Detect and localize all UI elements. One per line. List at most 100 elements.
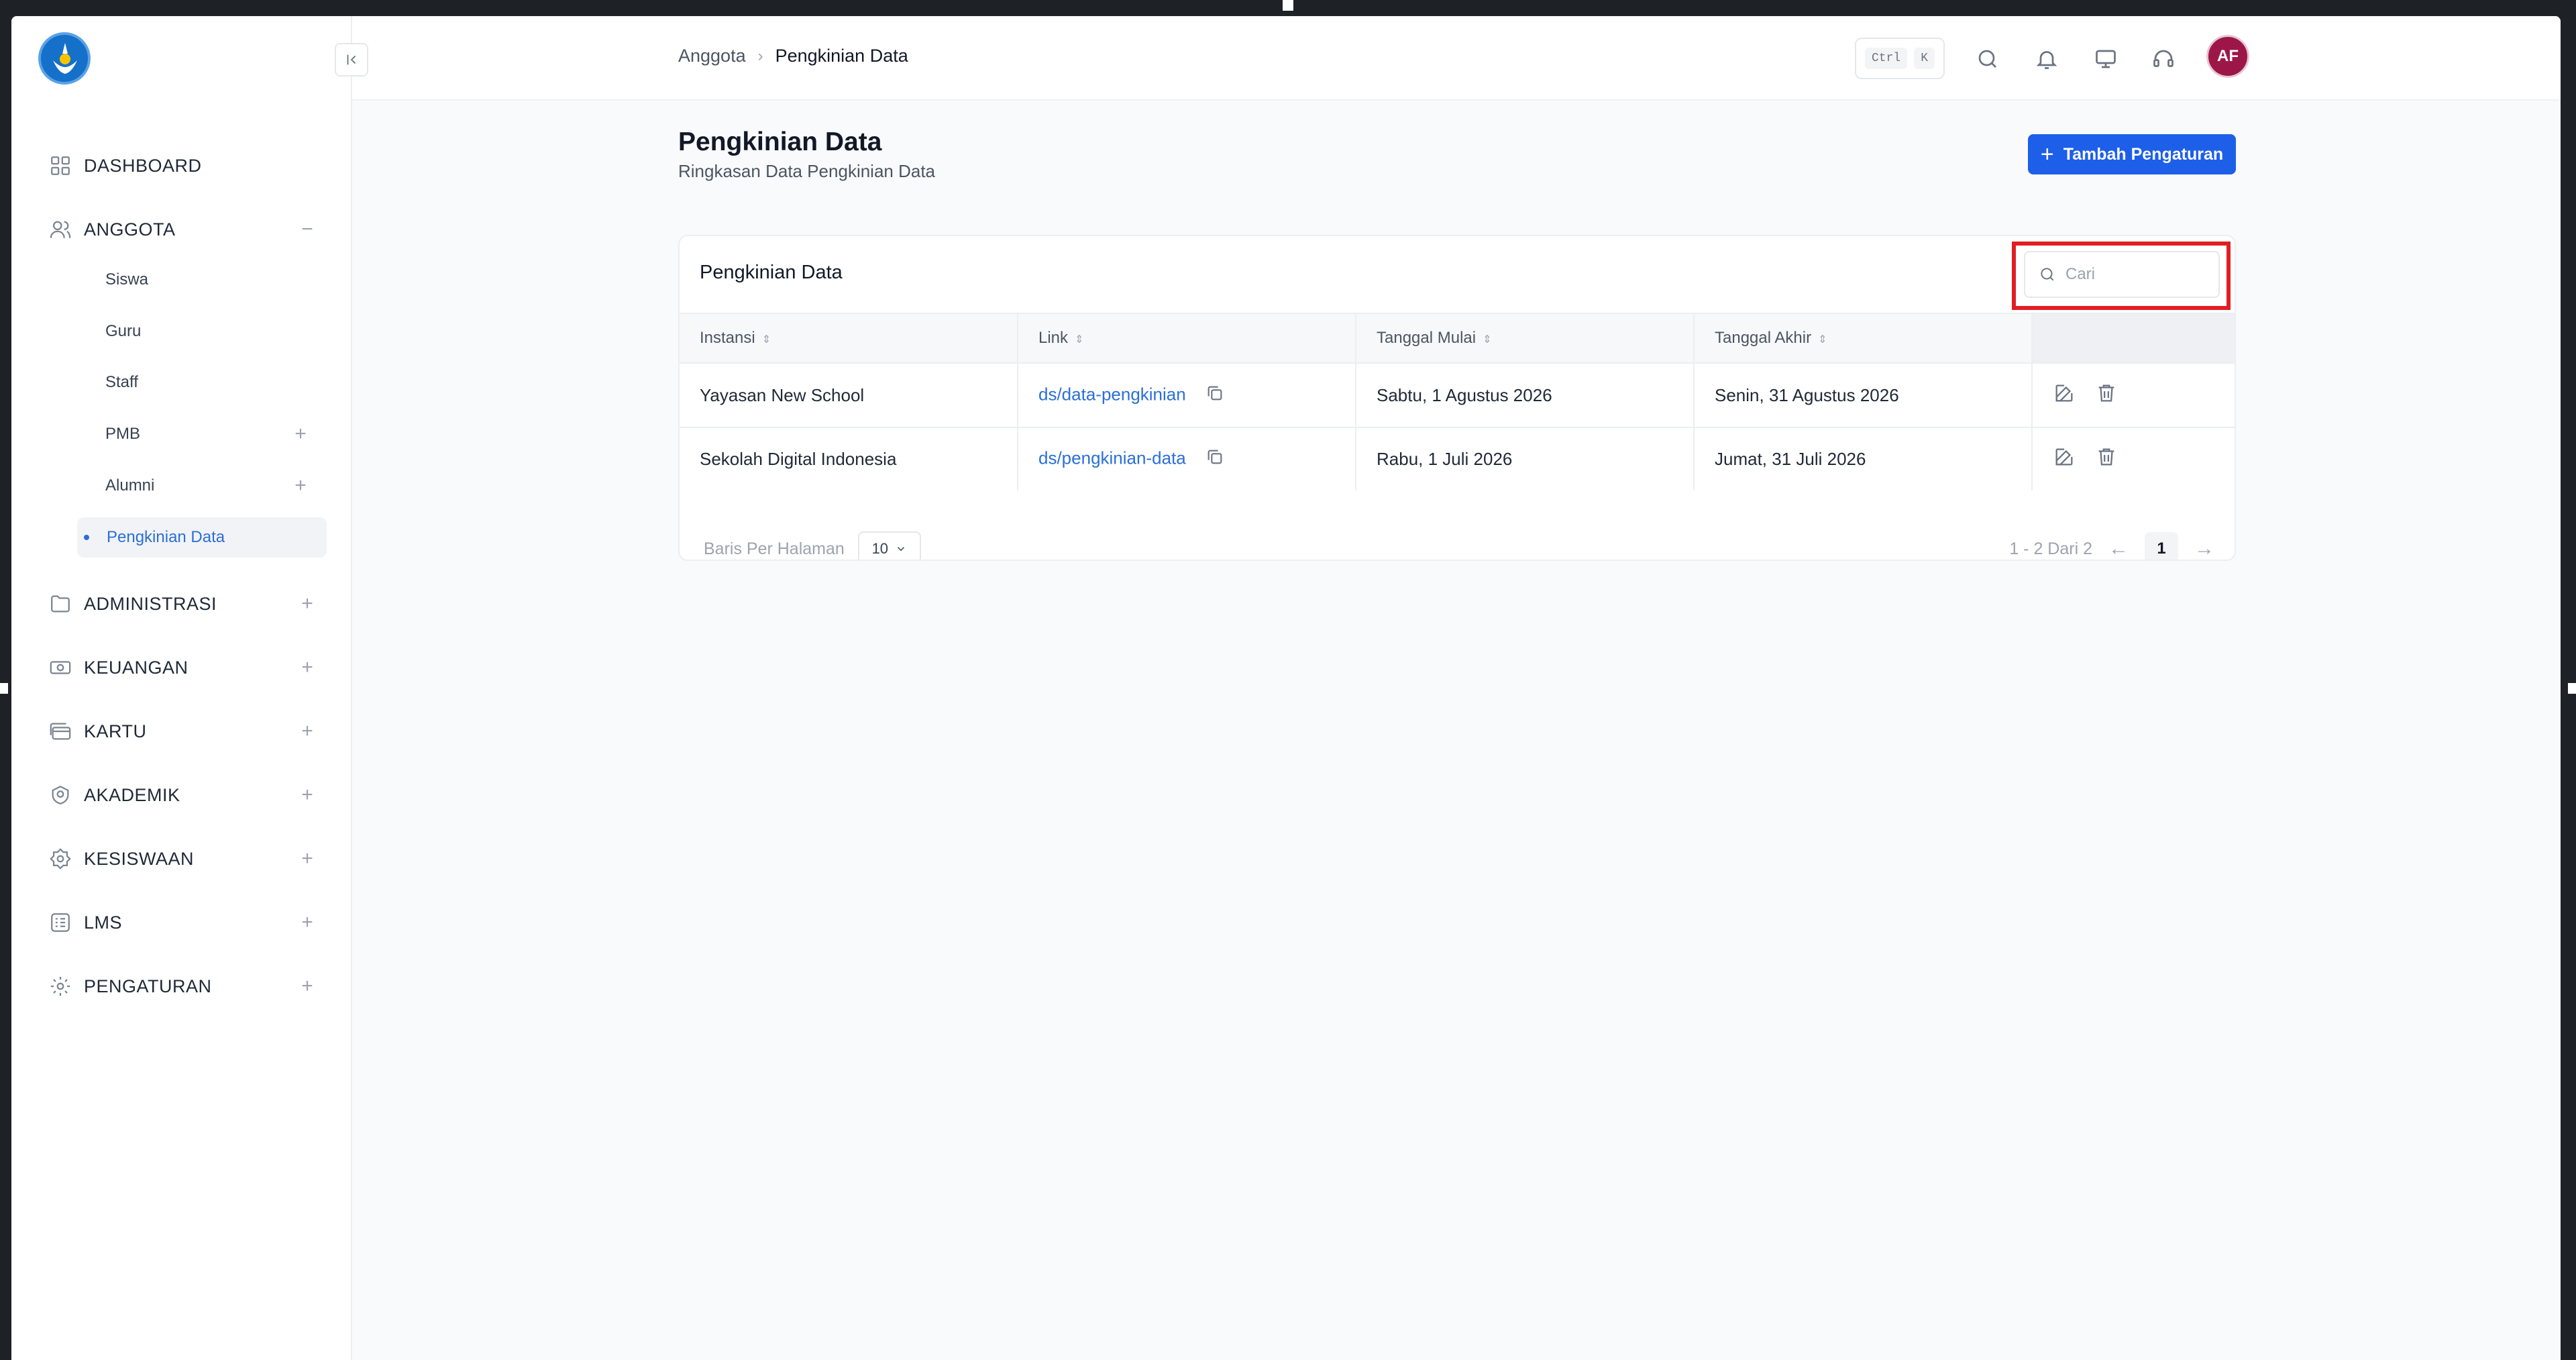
search-field[interactable] <box>2024 251 2220 298</box>
search-icon <box>2041 268 2054 281</box>
expand-toggle[interactable]: + <box>290 474 311 497</box>
users-icon <box>49 218 72 241</box>
badge-icon <box>49 847 72 870</box>
gear-icon <box>49 975 72 998</box>
expand-toggle[interactable]: + <box>297 911 317 934</box>
data-link[interactable]: ds/data-pengkinian <box>1038 384 1186 404</box>
table-header-row: Instansi ⇕ Link ⇕ Tanggal Mulai ⇕ Tanggal A… <box>680 313 2235 364</box>
sidebar-item-kartu[interactable]: KARTU + <box>49 711 317 751</box>
sidebar-item-label: LMS <box>84 912 123 933</box>
expand-toggle[interactable]: + <box>290 423 311 446</box>
edit-icon[interactable] <box>2053 446 2076 473</box>
sidebar-item-administrasi[interactable]: ADMINISTRASI + <box>49 584 317 624</box>
sidebar-subitem-label: Pengkinian Data <box>107 528 225 546</box>
expand-toggle[interactable]: + <box>297 592 317 615</box>
sidebar-item-label: AKADEMIK <box>84 784 180 805</box>
sidebar-subitem-guru[interactable]: Guru <box>76 311 325 352</box>
add-setting-button[interactable]: + Tambah Pengaturan <box>2028 134 2236 174</box>
resize-handle-right[interactable] <box>2568 683 2576 694</box>
table-row: Yayasan New School ds/data-pengkinian Sa… <box>680 363 2235 428</box>
prev-page-arrow-icon[interactable]: ← <box>2108 537 2129 560</box>
sidebar-subitem-pmb[interactable]: PMB + <box>76 414 325 454</box>
app-window: DASHBOARD ANGGOTA − Siswa Guru Staff PMB… <box>11 16 2561 1360</box>
sidebar-item-anggota[interactable]: ANGGOTA − <box>49 209 317 250</box>
sidebar-item-lms[interactable]: LMS + <box>49 902 317 943</box>
bell-icon[interactable] <box>2035 47 2059 71</box>
column-header-link[interactable]: Link ⇕ <box>1018 313 1356 364</box>
sidebar-subitem-staff[interactable]: Staff <box>76 362 325 403</box>
rows-per-page-label: Baris Per Halaman <box>704 539 845 558</box>
sort-icon[interactable]: ⇕ <box>1818 334 1827 346</box>
page-subtitle: Ringkasan Data Pengkinian Data <box>678 161 936 181</box>
sidebar-item-pengaturan[interactable]: PENGATURAN + <box>49 966 317 1006</box>
collapse-toggle[interactable]: − <box>297 218 317 241</box>
headset-icon[interactable] <box>2151 47 2176 71</box>
sidebar-subitem-alumni[interactable]: Alumni + <box>76 466 325 506</box>
sort-icon[interactable]: ⇕ <box>1483 334 1491 346</box>
sidebar-item-keuangan[interactable]: KEUANGAN + <box>49 647 317 688</box>
sidebar-subitem-label: Staff <box>105 373 138 391</box>
sidebar-item-label: KARTU <box>84 721 147 741</box>
expand-toggle[interactable]: + <box>297 847 317 870</box>
sidebar-item-dashboard[interactable]: DASHBOARD <box>49 146 317 186</box>
sidebar-item-label: KEUANGAN <box>84 657 189 678</box>
sort-icon[interactable]: ⇕ <box>1075 334 1083 346</box>
sidebar-subitem-siswa[interactable]: Siswa <box>76 260 325 300</box>
monitor-icon[interactable] <box>2094 47 2118 71</box>
sidebar-subitem-label: Guru <box>105 322 142 340</box>
sidebar-item-label: ANGGOTA <box>84 219 176 240</box>
cell-instansi: Sekolah Digital Indonesia <box>680 427 1018 490</box>
sort-icon[interactable]: ⇕ <box>762 334 771 346</box>
column-header-instansi[interactable]: Instansi ⇕ <box>680 313 1018 364</box>
money-icon <box>49 656 72 679</box>
expand-toggle[interactable]: + <box>297 720 317 743</box>
expand-toggle[interactable]: + <box>297 784 317 806</box>
data-table: Instansi ⇕ Link ⇕ Tanggal Mulai ⇕ Tanggal A… <box>680 313 2235 490</box>
breadcrumb-item-anggota[interactable]: Anggota <box>678 46 746 66</box>
sidebar-collapse-button[interactable] <box>335 43 368 76</box>
card-title: Pengkinian Data <box>700 262 843 283</box>
next-page-arrow-icon[interactable]: → <box>2194 537 2214 560</box>
cell-actions <box>2032 363 2235 428</box>
sidebar-item-kesiswaan[interactable]: KESISWAAN + <box>49 839 317 879</box>
kbd-ctrl: Ctrl <box>1864 48 1908 69</box>
sidebar-subitem-pengkinian-data[interactable]: Pengkinian Data <box>77 517 327 558</box>
sidebar-item-label: KESISWAAN <box>84 848 195 869</box>
data-link[interactable]: ds/pengkinian-data <box>1038 448 1186 468</box>
trash-icon[interactable] <box>2095 382 2118 409</box>
cell-tanggal-akhir: Senin, 31 Agustus 2026 <box>1694 363 2033 428</box>
column-header-tanggal-mulai[interactable]: Tanggal Mulai ⇕ <box>1356 313 1695 364</box>
sidebar-item-akademik[interactable]: AKADEMIK + <box>49 775 317 815</box>
column-header-tanggal-akhir[interactable]: Tanggal Akhir ⇕ <box>1694 313 2033 364</box>
cell-link: ds/data-pengkinian <box>1018 363 1356 428</box>
search-input[interactable] <box>2065 265 2206 284</box>
top-header: Anggota › Pengkinian Data Ctrl K AF <box>352 16 2561 101</box>
expand-toggle[interactable]: + <box>297 975 317 998</box>
command-palette-shortcut[interactable]: Ctrl K <box>1855 38 1945 79</box>
sidebar: DASHBOARD ANGGOTA − Siswa Guru Staff PMB… <box>11 16 352 1360</box>
cell-link: ds/pengkinian-data <box>1018 427 1356 490</box>
resize-handle-left[interactable] <box>0 683 8 694</box>
tut-wuri-handayani-logo[interactable] <box>38 32 91 85</box>
academic-icon <box>49 784 72 806</box>
copy-icon[interactable] <box>1205 448 1224 471</box>
plus-icon: + <box>2040 142 2054 167</box>
column-header-actions <box>2032 313 2235 364</box>
folder-icon <box>49 592 72 615</box>
edit-icon[interactable] <box>2053 382 2076 409</box>
page-number-button[interactable]: 1 <box>2145 532 2178 560</box>
rows-per-page-select[interactable]: 10 <box>857 531 921 560</box>
breadcrumb-item-current: Pengkinian Data <box>775 46 908 66</box>
search-icon[interactable] <box>1976 47 2000 71</box>
trash-icon[interactable] <box>2095 446 2118 473</box>
active-indicator-dot <box>84 535 89 540</box>
user-avatar[interactable]: AF <box>2206 35 2249 78</box>
resize-handle-top[interactable] <box>1283 0 1293 11</box>
sidebar-item-label: ADMINISTRASI <box>84 593 217 614</box>
expand-toggle[interactable]: + <box>297 656 317 679</box>
add-setting-button-label: Tambah Pengaturan <box>2063 144 2224 164</box>
page-title: Pengkinian Data <box>678 127 882 156</box>
breadcrumb: Anggota › Pengkinian Data <box>678 46 908 66</box>
copy-icon[interactable] <box>1205 384 1224 407</box>
sidebar-subitem-label: Siswa <box>105 270 149 289</box>
